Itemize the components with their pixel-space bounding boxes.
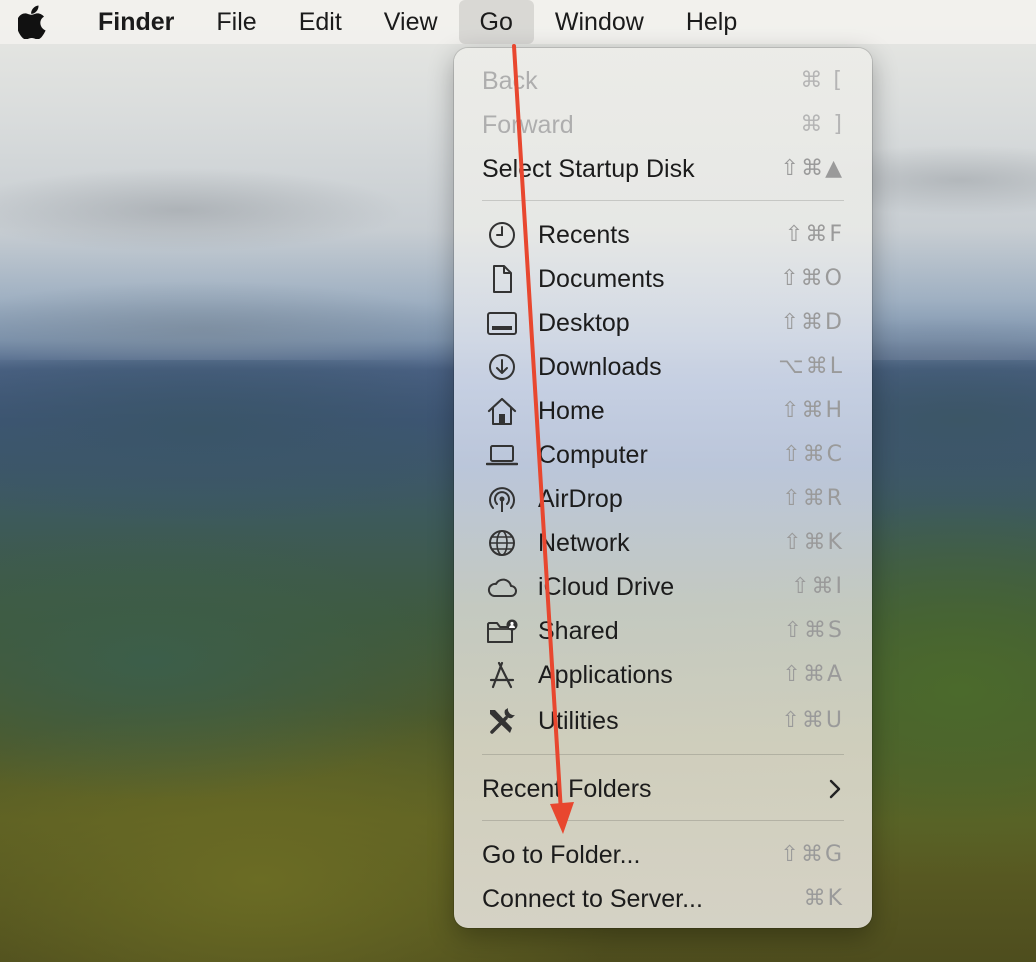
menu-item-label: Go to Folder... <box>482 840 641 869</box>
go-menu-dropdown: Back ⌘ [ Forward ⌘ ] Select Startup Disk… <box>454 48 872 928</box>
keyboard-shortcut: ⇧⌘D <box>780 310 844 335</box>
menu-item-select-startup-disk[interactable]: Select Startup Disk ⇧⌘▲ <box>454 147 872 191</box>
applications-icon <box>489 661 515 689</box>
cloud-icon <box>487 578 517 597</box>
keyboard-shortcut: ⇧⌘▲ <box>780 156 844 181</box>
menu-item-home[interactable]: Home ⇧⌘H <box>454 389 872 433</box>
menu-item-shared[interactable]: Shared ⇧⌘S <box>454 609 872 653</box>
keyboard-shortcut: ⇧⌘S <box>783 618 844 643</box>
menu-finder[interactable]: Finder <box>86 0 195 44</box>
menu-item-label: Back <box>482 66 538 95</box>
apple-logo-icon[interactable] <box>18 5 48 39</box>
menu-help[interactable]: Help <box>665 0 758 44</box>
menu-item-label: Utilities <box>538 706 619 735</box>
menu-item-airdrop[interactable]: AirDrop ⇧⌘R <box>454 477 872 521</box>
menu-bar: Finder File Edit View Go Window Help <box>0 0 1036 44</box>
document-icon <box>493 265 512 293</box>
clock-icon <box>489 222 515 248</box>
menu-item-label: Home <box>538 396 605 425</box>
keyboard-shortcut: ⇧⌘G <box>780 842 844 867</box>
keyboard-shortcut: ⌘ [ <box>800 68 844 93</box>
menu-item-label: iCloud Drive <box>538 572 675 601</box>
keyboard-shortcut: ⇧⌘O <box>780 266 844 291</box>
menu-item-label: Documents <box>538 264 665 293</box>
menu-item-label: Network <box>538 528 630 557</box>
airdrop-icon <box>489 487 515 512</box>
keyboard-shortcut: ⇧⌘F <box>784 222 844 247</box>
menu-item-label: Shared <box>538 616 619 645</box>
menu-item-go-to-folder[interactable]: Go to Folder... ⇧⌘G <box>454 833 872 877</box>
menu-item-computer[interactable]: Computer ⇧⌘C <box>454 433 872 477</box>
chevron-right-icon <box>829 779 841 799</box>
menu-item-connect-to-server[interactable]: Connect to Server... ⌘K <box>454 877 872 921</box>
keyboard-shortcut: ⇧⌘A <box>782 662 844 687</box>
keyboard-shortcut: ⇧⌘K <box>783 530 844 555</box>
menu-file[interactable]: File <box>195 0 277 44</box>
keyboard-shortcut: ⇧⌘U <box>781 708 844 733</box>
keyboard-shortcut: ⇧⌘C <box>782 442 844 467</box>
menu-item-label: Recent Folders <box>482 774 652 803</box>
menu-item-label: Select Startup Disk <box>482 154 695 183</box>
menu-view[interactable]: View <box>363 0 459 44</box>
menu-window[interactable]: Window <box>534 0 665 44</box>
keyboard-shortcut: ⌘K <box>803 886 844 911</box>
menu-item-downloads[interactable]: Downloads ⌥⌘L <box>454 345 872 389</box>
menu-item-forward[interactable]: Forward ⌘ ] <box>454 103 872 147</box>
menu-item-label: Connect to Server... <box>482 884 703 913</box>
keyboard-shortcut: ⇧⌘R <box>782 486 844 511</box>
menu-item-network[interactable]: Network ⇧⌘K <box>454 521 872 565</box>
download-icon <box>489 354 515 380</box>
menu-item-applications[interactable]: Applications ⇧⌘A <box>454 653 872 697</box>
menu-go[interactable]: Go <box>458 0 534 44</box>
menu-item-label: Applications <box>538 660 673 689</box>
menu-item-label: AirDrop <box>538 484 623 513</box>
globe-icon <box>489 530 515 556</box>
keyboard-shortcut: ⇧⌘I <box>791 574 844 599</box>
menu-item-label: Computer <box>538 440 648 469</box>
shared-folder-icon <box>487 619 518 643</box>
menu-separator <box>482 200 844 201</box>
menu-item-label: Recents <box>538 220 630 249</box>
home-icon <box>487 397 517 425</box>
keyboard-shortcut: ⇧⌘H <box>781 398 844 423</box>
laptop-icon <box>486 445 518 466</box>
menu-edit[interactable]: Edit <box>278 0 363 44</box>
menu-separator <box>482 820 844 821</box>
utilities-icon <box>490 708 515 734</box>
menu-item-recent-folders[interactable]: Recent Folders <box>454 767 872 811</box>
menu-item-icloud-drive[interactable]: iCloud Drive ⇧⌘I <box>454 565 872 609</box>
menu-item-documents[interactable]: Documents ⇧⌘O <box>454 257 872 301</box>
keyboard-shortcut: ⌥⌘L <box>778 354 844 379</box>
menu-item-utilities[interactable]: Utilities ⇧⌘U <box>454 699 872 743</box>
menu-item-recents[interactable]: Recents ⇧⌘F <box>454 213 872 257</box>
menu-item-label: Downloads <box>538 352 662 381</box>
menu-item-back[interactable]: Back ⌘ [ <box>454 59 872 103</box>
keyboard-shortcut: ⌘ ] <box>800 112 844 137</box>
desktop-icon <box>487 312 517 335</box>
menu-item-label: Desktop <box>538 308 630 337</box>
menu-separator <box>482 754 844 755</box>
menu-item-desktop[interactable]: Desktop ⇧⌘D <box>454 301 872 345</box>
menu-item-label: Forward <box>482 110 574 139</box>
